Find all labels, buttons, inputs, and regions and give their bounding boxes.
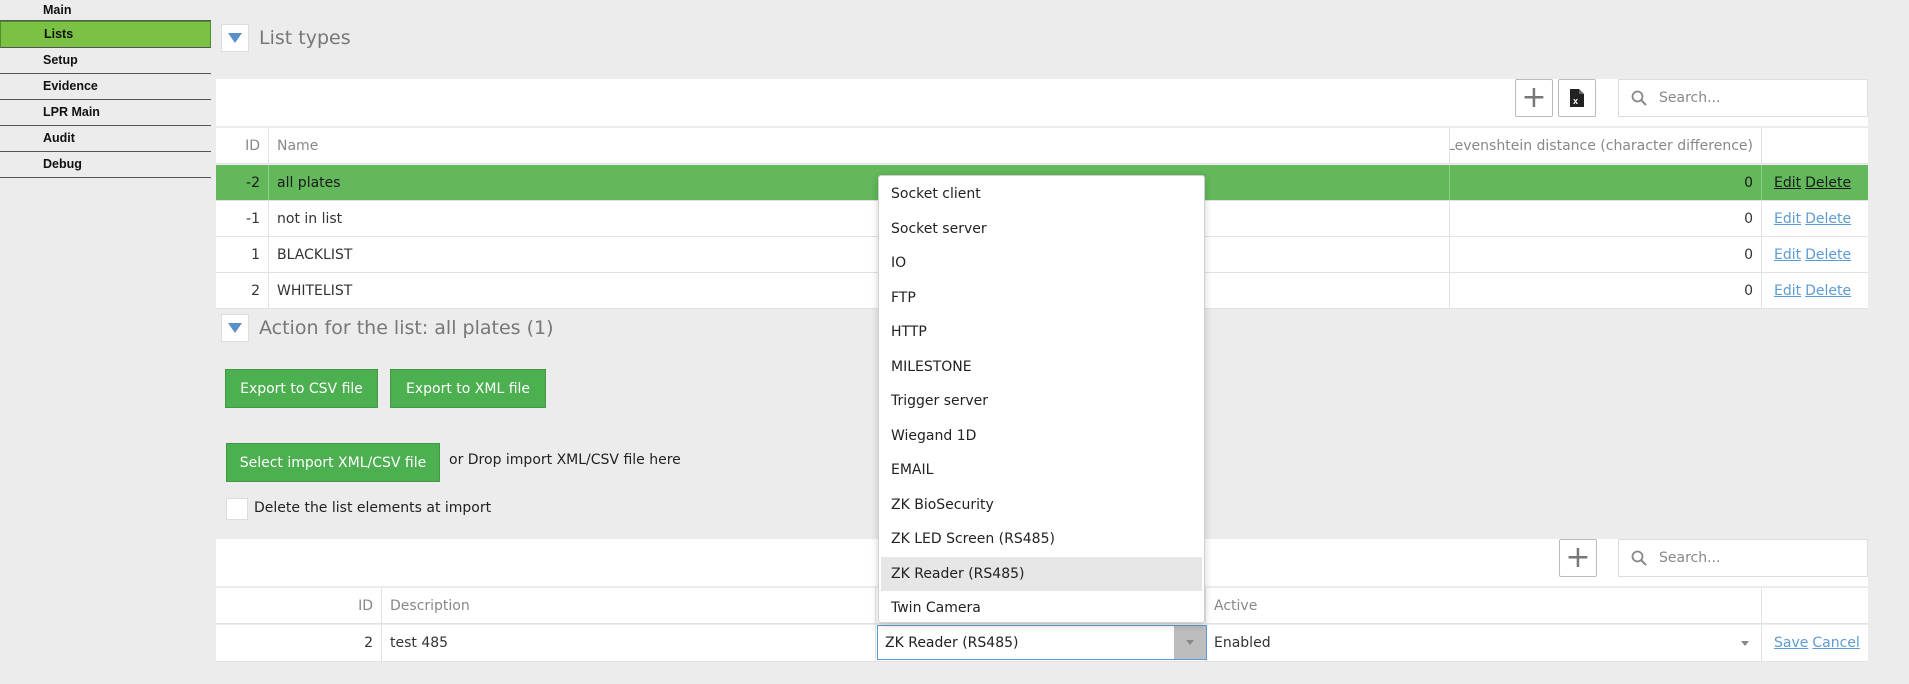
column-header-description[interactable]: Description <box>382 588 876 623</box>
edit-link[interactable]: Edit <box>1774 175 1801 191</box>
dropdown-option[interactable]: Socket server <box>881 212 1202 247</box>
action-type-dropdown: Socket client Socket server IO FTP HTTP … <box>878 175 1205 623</box>
list-types-search[interactable] <box>1618 79 1868 117</box>
row-name: all plates <box>269 165 1450 200</box>
delete-link[interactable]: Delete <box>1805 175 1851 191</box>
row-id: 2 <box>216 625 382 661</box>
export-excel-button[interactable]: x <box>1558 79 1596 117</box>
row-name: WHITELIST <box>269 273 1450 308</box>
dropdown-option[interactable]: MILESTONE <box>881 350 1202 385</box>
triangle-down-icon <box>228 323 242 333</box>
plus-icon: + <box>1565 540 1591 575</box>
sidebar-item-audit[interactable]: Audit <box>0 126 211 152</box>
sidebar-nav: Main Lists Setup Evidence LPR Main Audit… <box>0 0 211 178</box>
row-actions: Save Cancel <box>1762 625 1868 661</box>
action-type-combobox[interactable]: ZK Reader (RS485) <box>877 625 1207 660</box>
actions-search[interactable] <box>1618 539 1868 577</box>
combobox-toggle-button[interactable] <box>1174 626 1206 659</box>
row-id: -1 <box>216 201 269 236</box>
delete-on-import-checkbox[interactable] <box>226 498 248 520</box>
edit-link[interactable]: Edit <box>1774 211 1801 227</box>
row-actions: Edit Delete <box>1762 201 1868 236</box>
add-action-button[interactable]: + <box>1559 539 1597 577</box>
dropdown-option[interactable]: IO <box>881 246 1202 281</box>
collapse-actions-button[interactable] <box>221 314 249 342</box>
row-distance: 0 <box>1450 237 1762 272</box>
active-select[interactable]: Enabled <box>1206 625 1762 661</box>
dropdown-option[interactable]: Trigger server <box>881 384 1202 419</box>
sidebar-item-lpr-main[interactable]: LPR Main <box>0 100 211 126</box>
dropdown-option[interactable]: Twin Camera <box>881 591 1202 626</box>
search-icon <box>1627 90 1651 106</box>
save-link[interactable]: Save <box>1774 635 1808 651</box>
column-header-id[interactable]: ID <box>216 588 382 623</box>
column-header-active[interactable]: Active <box>1206 588 1762 623</box>
plus-icon: + <box>1521 80 1547 115</box>
dropdown-option[interactable]: ZK LED Screen (RS485) <box>881 522 1202 557</box>
column-header-distance[interactable]: Levenshtein distance (character differen… <box>1450 128 1762 163</box>
drop-hint-text: or Drop import XML/CSV file here <box>449 452 681 468</box>
sidebar-item-setup[interactable]: Setup <box>0 48 211 74</box>
column-header-name[interactable]: Name <box>269 128 1450 163</box>
row-id: 1 <box>216 237 269 272</box>
delete-link[interactable]: Delete <box>1805 247 1851 263</box>
action-type-value: ZK Reader (RS485) <box>885 634 1019 651</box>
row-name: not in list <box>269 201 1450 236</box>
dropdown-option[interactable]: FTP <box>881 281 1202 316</box>
row-id: -2 <box>216 165 269 200</box>
edit-link[interactable]: Edit <box>1774 283 1801 299</box>
dropdown-option[interactable]: ZK BioSecurity <box>881 488 1202 523</box>
actions-header: Action for the list: all plates (1) <box>221 314 554 342</box>
triangle-down-icon <box>228 33 242 43</box>
select-import-button[interactable]: Select import XML/CSV file <box>226 443 440 482</box>
actions-title: Action for the list: all plates (1) <box>259 317 554 339</box>
row-distance: 0 <box>1450 165 1762 200</box>
list-types-title: List types <box>259 27 351 49</box>
dropdown-option[interactable]: EMAIL <box>881 453 1202 488</box>
list-types-toolbar: + x <box>216 79 1868 126</box>
delete-on-import-label: Delete the list elements at import <box>254 500 492 516</box>
dropdown-option[interactable]: HTTP <box>881 315 1202 350</box>
dropdown-option[interactable]: Wiegand 1D <box>881 419 1202 454</box>
dropdown-option-highlighted[interactable]: ZK Reader (RS485) <box>881 556 1202 591</box>
excel-file-icon: x <box>1570 89 1584 107</box>
list-types-search-input[interactable] <box>1657 89 1861 107</box>
chevron-down-icon <box>1186 640 1194 645</box>
row-distance: 0 <box>1450 273 1762 308</box>
dropdown-option[interactable]: Socket client <box>881 177 1202 212</box>
chevron-down-icon <box>1741 640 1749 646</box>
list-types-header-row: ID Name Levenshtein distance (character … <box>216 128 1868 164</box>
column-header-id[interactable]: ID <box>216 128 269 163</box>
sidebar-item-lists[interactable]: Lists <box>0 21 211 48</box>
cancel-link[interactable]: Cancel <box>1812 635 1859 651</box>
actions-search-input[interactable] <box>1657 549 1861 567</box>
row-actions: Edit Delete <box>1762 237 1868 272</box>
row-distance: 0 <box>1450 201 1762 236</box>
column-header-actions <box>1762 128 1868 163</box>
row-description[interactable]: test 485 <box>382 625 876 661</box>
collapse-list-types-button[interactable] <box>221 24 249 52</box>
row-actions: Edit Delete <box>1762 165 1868 200</box>
sidebar-item-debug[interactable]: Debug <box>0 152 211 178</box>
search-icon <box>1627 550 1651 566</box>
row-id: 2 <box>216 273 269 308</box>
edit-link[interactable]: Edit <box>1774 247 1801 263</box>
svg-text:x: x <box>1573 96 1578 106</box>
delete-link[interactable]: Delete <box>1805 283 1851 299</box>
delete-link[interactable]: Delete <box>1805 211 1851 227</box>
add-list-type-button[interactable]: + <box>1515 79 1553 117</box>
row-actions: Edit Delete <box>1762 273 1868 308</box>
sidebar-item-main[interactable]: Main <box>0 0 211 21</box>
row-name: BLACKLIST <box>269 237 1450 272</box>
list-types-header: List types <box>221 24 351 52</box>
sidebar-item-evidence[interactable]: Evidence <box>0 74 211 100</box>
active-select-value: Enabled <box>1214 635 1271 651</box>
export-xml-button[interactable]: Export to XML file <box>390 369 546 408</box>
export-csv-button[interactable]: Export to CSV file <box>225 369 378 408</box>
column-header-actions <box>1762 588 1868 623</box>
